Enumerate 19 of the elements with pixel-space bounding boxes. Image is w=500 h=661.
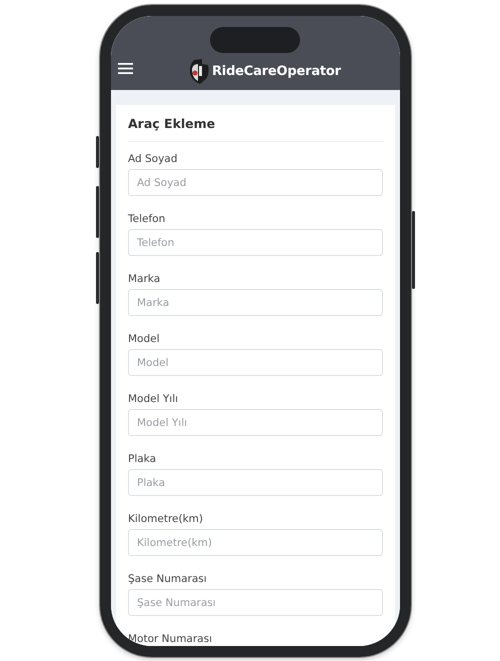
form-title: Araç Ekleme	[128, 116, 216, 132]
input-field[interactable]: Telefon	[128, 229, 383, 256]
field-label: Model	[128, 332, 161, 346]
input-field[interactable]: Şase Numarası	[128, 589, 383, 616]
input-field[interactable]: Plaka	[128, 469, 383, 496]
field-label: Ad Soyad	[128, 152, 178, 166]
field-label: Plaka	[128, 452, 158, 466]
field-label: Marka	[128, 272, 162, 286]
input-field[interactable]: Kilometre(km)	[128, 529, 383, 556]
input-field[interactable]: Model Yılı	[128, 409, 383, 436]
field-label: Motor Numarası	[128, 632, 213, 646]
field-label: Model Yılı	[128, 392, 180, 406]
input-field[interactable]: Model	[128, 349, 383, 376]
field-label: Kilometre(km)	[128, 512, 204, 526]
field-label: Telefon	[128, 212, 166, 226]
input-field[interactable]: Ad Soyad	[128, 169, 383, 196]
field-label: Şase Numarası	[128, 572, 208, 586]
input-field[interactable]: Marka	[128, 289, 383, 316]
app-title: RideCareOperator	[212, 64, 341, 78]
